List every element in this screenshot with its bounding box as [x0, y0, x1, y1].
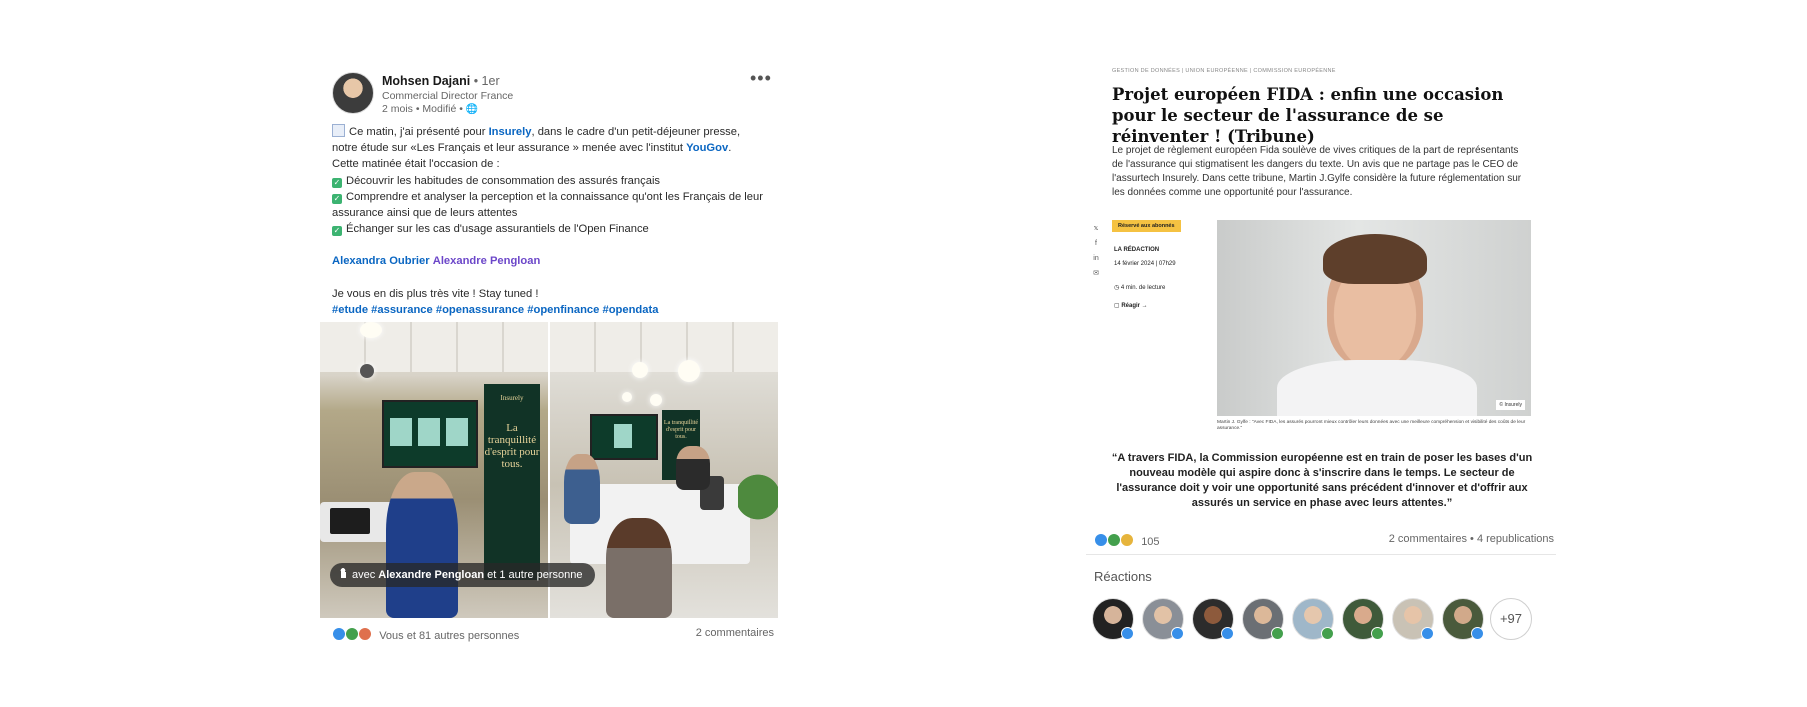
- article-intro: Le projet de règlement européen Fida sou…: [1112, 145, 1522, 198]
- bullet-text: Comprendre et analyser la perception et …: [332, 190, 763, 220]
- mention-alexandre-pengloan[interactable]: Alexandre Pengloan: [433, 255, 541, 267]
- text-line: Je vous en dis plus très vite ! Stay tun…: [332, 287, 539, 300]
- photo-caption: Martin J. Gylfe : "Avec FIDA, les assuré…: [1217, 420, 1526, 431]
- reactor-avatar[interactable]: [1442, 598, 1484, 640]
- author-avatar[interactable]: [332, 72, 374, 114]
- subscriber-badge: Réservé aux abonnés: [1112, 220, 1181, 232]
- company-link-insurely[interactable]: Insurely: [489, 126, 532, 138]
- insightful-icon: [1120, 533, 1135, 547]
- article-title[interactable]: Projet européen FIDA : enfin une occasio…: [1112, 84, 1542, 147]
- check-icon: ✓: [332, 193, 342, 204]
- text-segment: .: [728, 142, 732, 155]
- linkedin-post-left: Mohsen Dajani • 1er Commercial Director …: [318, 58, 786, 658]
- photo-tag-pill[interactable]: avec Alexandre Pengloan et 1 autre perso…: [330, 563, 595, 587]
- check-icon: ✓: [332, 226, 342, 237]
- hashtags[interactable]: #etude #assurance #openassurance #openfi…: [332, 302, 777, 318]
- post-meta: 2 mois • Modifié • 🌐: [382, 103, 478, 115]
- author-name[interactable]: Mohsen Dajani • 1er: [382, 74, 500, 88]
- reactions-heading: Réactions: [1094, 569, 1152, 584]
- more-reactors-button[interactable]: +97: [1490, 598, 1532, 640]
- text-segment: , dans le cadre d'un petit-déjeuner pres…: [531, 126, 741, 138]
- reaction-count: 105: [1141, 536, 1160, 548]
- tag-prefix: avec: [352, 569, 379, 581]
- mention-alexandra-oubrier[interactable]: Alexandra Oubrier: [332, 255, 430, 267]
- author-headline: Commercial Director France: [382, 90, 514, 102]
- article-post-right: GESTION DE DONNÉES | UNION EUROPÉENNE | …: [1086, 58, 1556, 658]
- more-options-icon[interactable]: •••: [750, 68, 772, 89]
- tag-name[interactable]: Alexandre Pengloan: [378, 569, 484, 581]
- reactor-avatar[interactable]: [1142, 598, 1184, 640]
- connection-degree: • 1er: [473, 74, 500, 88]
- text-segment: Ce matin, j'ai présenté pour: [349, 126, 489, 138]
- linkedin-icon[interactable]: in: [1091, 251, 1101, 266]
- person-icon: [340, 568, 346, 580]
- share-bar: 𝕩 f in ✉: [1091, 221, 1101, 281]
- love-icon: [358, 627, 373, 641]
- tag-suffix: et 1 autre personne: [484, 569, 583, 581]
- pull-quote: “A travers FIDA, la Commission européenn…: [1111, 452, 1533, 509]
- react-link[interactable]: Réagir →: [1121, 303, 1147, 309]
- text-line: Cette matinée était l'occasion de :: [332, 158, 500, 171]
- author-name-text[interactable]: Mohsen Dajani: [382, 74, 470, 88]
- celebrate-icon: [345, 627, 360, 641]
- breadcrumb[interactable]: GESTION DE DONNÉES | UNION EUROPÉENNE | …: [1112, 68, 1336, 74]
- bullet-text: Découvrir les habitudes de consommation …: [346, 174, 661, 187]
- post-meta-text: 2 mois • Modifié •: [382, 103, 463, 115]
- byline-author[interactable]: LA RÉDACTION: [1114, 243, 1176, 257]
- check-icon: ✓: [332, 177, 342, 188]
- reactions-summary-right[interactable]: 105: [1094, 533, 1160, 548]
- globe-icon: 🌐: [465, 104, 479, 115]
- photo-credit: © Insurely: [1496, 400, 1525, 410]
- bar-chart-icon: [332, 124, 345, 137]
- read-time: 4 min. de lecture: [1120, 285, 1166, 291]
- reactor-avatar[interactable]: [1242, 598, 1284, 640]
- clock-icon: ◷: [1114, 285, 1120, 291]
- facebook-icon[interactable]: f: [1091, 236, 1101, 251]
- text-segment: notre étude sur «Les Français et leur as…: [332, 142, 687, 155]
- like-icon: [1094, 533, 1108, 547]
- comments-count[interactable]: 2 commentaires: [696, 627, 774, 639]
- reactions-text: Vous et 81 autres personnes: [379, 630, 520, 642]
- twitter-icon[interactable]: 𝕩: [1091, 221, 1101, 236]
- bullet-text: Échanger sur les cas d'usage assurantiel…: [346, 223, 649, 236]
- company-link-yougov[interactable]: YouGov: [686, 142, 728, 154]
- divider: [1086, 554, 1556, 555]
- reactor-avatar[interactable]: [1342, 598, 1384, 640]
- comment-icon: ▢: [1114, 303, 1120, 309]
- banner-slogan: La tranquillité d'esprit pour tous.: [484, 422, 540, 470]
- reactor-avatar[interactable]: [1192, 598, 1234, 640]
- email-icon[interactable]: ✉: [1091, 266, 1101, 281]
- reactions-summary[interactable]: Vous et 81 autres personnes: [332, 627, 519, 642]
- reactor-avatar[interactable]: [1092, 598, 1134, 640]
- celebrate-icon: [1107, 533, 1122, 547]
- byline: LA RÉDACTION 14 février 2024 | 07h29 ◷ 4…: [1114, 243, 1176, 313]
- comments-reposts[interactable]: 2 commentaires • 4 republications: [1389, 533, 1554, 545]
- article-photo[interactable]: © Insurely: [1217, 220, 1531, 416]
- byline-date: 14 février 2024 | 07h29: [1114, 261, 1176, 267]
- reactor-avatar[interactable]: [1392, 598, 1434, 640]
- like-icon: [332, 627, 346, 641]
- post-text: Ce matin, j'ai présenté pour Insurely, d…: [332, 124, 777, 318]
- reactor-avatar[interactable]: [1292, 598, 1334, 640]
